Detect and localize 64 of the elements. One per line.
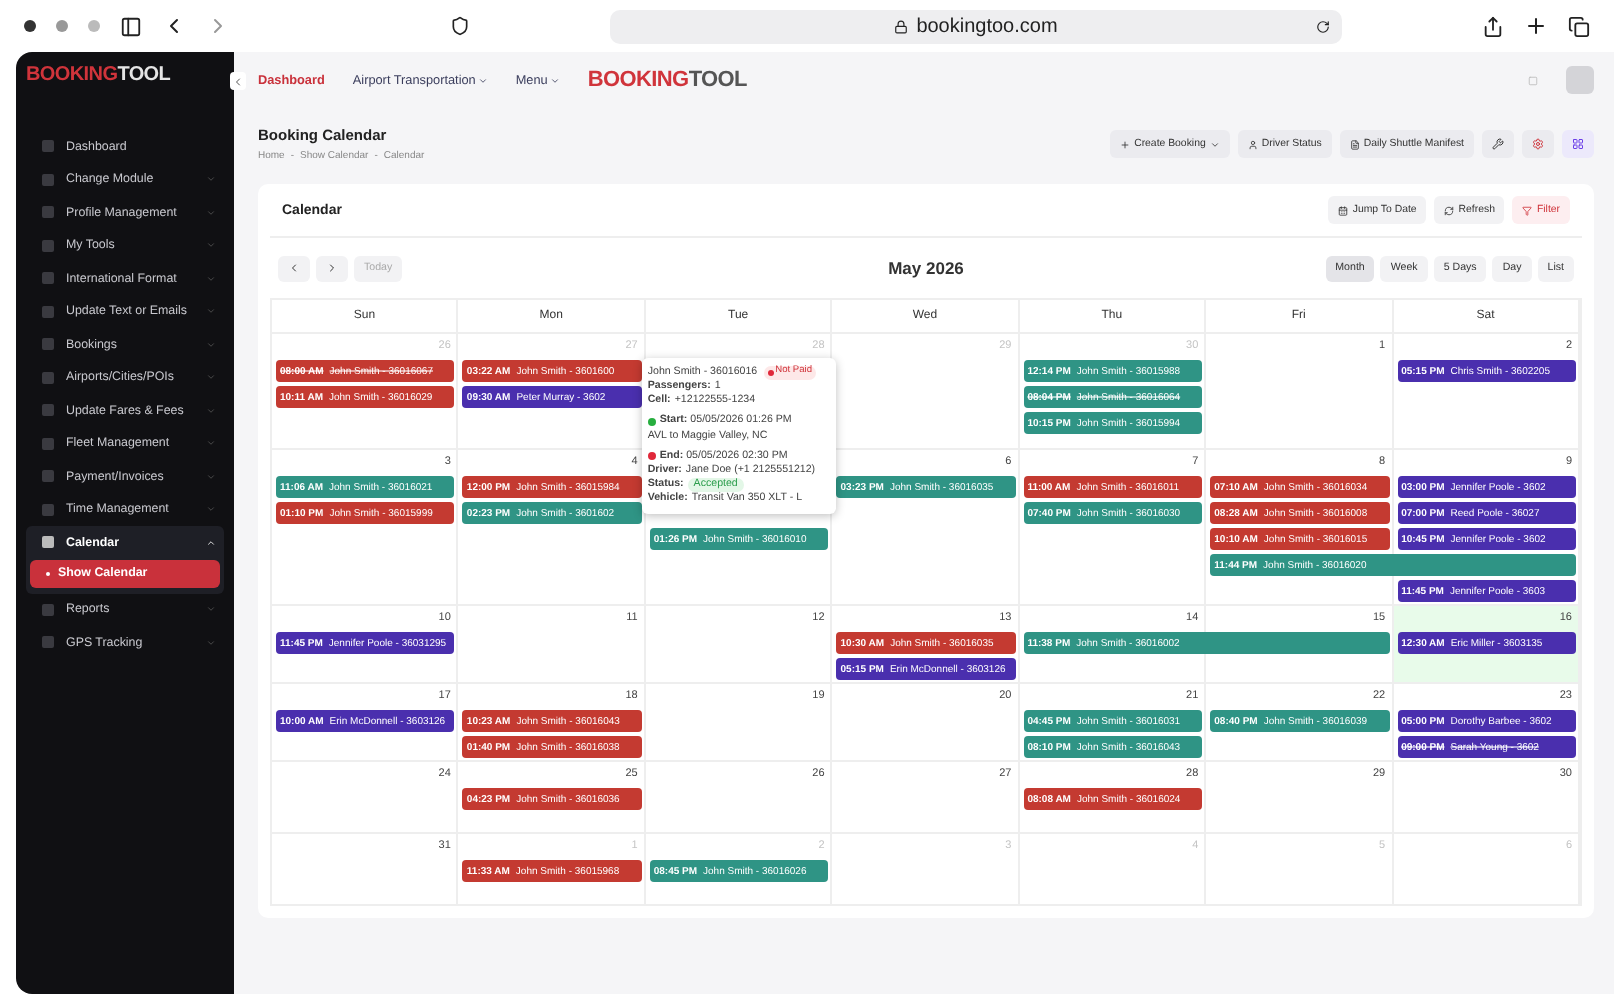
apps-button[interactable] [1562,130,1594,158]
menu-item-icon [42,536,54,549]
refresh-icon [1444,205,1455,215]
chevron-left-icon [232,75,244,87]
window-dot-icon[interactable] [56,20,68,32]
window-dot-icon[interactable] [24,20,36,32]
chevron-right-icon [326,262,338,274]
chevron-icon [206,438,216,449]
window-dot-icon[interactable] [88,20,100,32]
menu-item-icon [42,437,54,450]
chevron-left-icon [288,262,300,274]
menu-item-icon [42,206,54,219]
chevron-icon [206,207,216,218]
lock-icon [894,19,909,33]
calendar-icon [1338,205,1349,215]
menu-item-icon [42,140,54,153]
chevron-icon [206,240,216,251]
chevron-down-icon [549,75,560,85]
menu-item-icon [42,503,54,516]
menu-item-icon [42,603,54,616]
chevron-icon [206,471,216,482]
chevron-icon [206,537,216,548]
chevron-icon [206,604,216,615]
chevron-icon [206,273,216,284]
menu-item-icon [42,470,54,483]
chevron-down-icon [477,75,488,85]
new-tab-icon[interactable] [1524,14,1548,38]
filter-icon [1522,205,1533,215]
month-title: May 2026 [886,258,966,278]
logo: BOOKINGTOOL [26,64,173,86]
wrench-icon [1492,138,1504,150]
document-icon [1349,139,1360,149]
menu-item-icon [42,636,54,649]
collapse-toggle[interactable] [230,72,246,90]
chevron-icon [206,504,216,515]
status-dot-icon [647,417,656,426]
chevron-icon [206,174,216,185]
logo: BOOKINGTOOL [587,68,747,92]
tools-button[interactable] [1482,130,1514,158]
tabs-icon[interactable] [1568,15,1590,37]
reload-icon[interactable] [1316,19,1330,33]
sidebar-icon[interactable] [120,15,142,37]
shield-icon[interactable] [450,16,470,36]
menu-item-icon [42,338,54,351]
settings-icon [1532,138,1544,150]
menu-item-icon [42,173,54,186]
grid-icon [1572,138,1584,150]
user-icon [1247,139,1258,149]
address-field[interactable]: bookingtoo.com [610,9,1342,43]
menu-item-icon [42,404,54,417]
share-icon[interactable] [1482,15,1504,37]
menu-item-icon [42,371,54,384]
menu-item-icon [42,305,54,318]
menu-item-icon [42,272,54,285]
chevron-down-icon [1209,139,1220,149]
chevron-icon [206,306,216,317]
menu-item-icon [42,239,54,252]
settings-button[interactable] [1522,130,1554,158]
plus-icon [1120,139,1131,149]
chevron-icon [206,637,216,648]
chevron-icon [206,339,216,350]
status-dot-icon [647,452,656,461]
chevron-icon [206,372,216,383]
chevron-icon [206,405,216,416]
